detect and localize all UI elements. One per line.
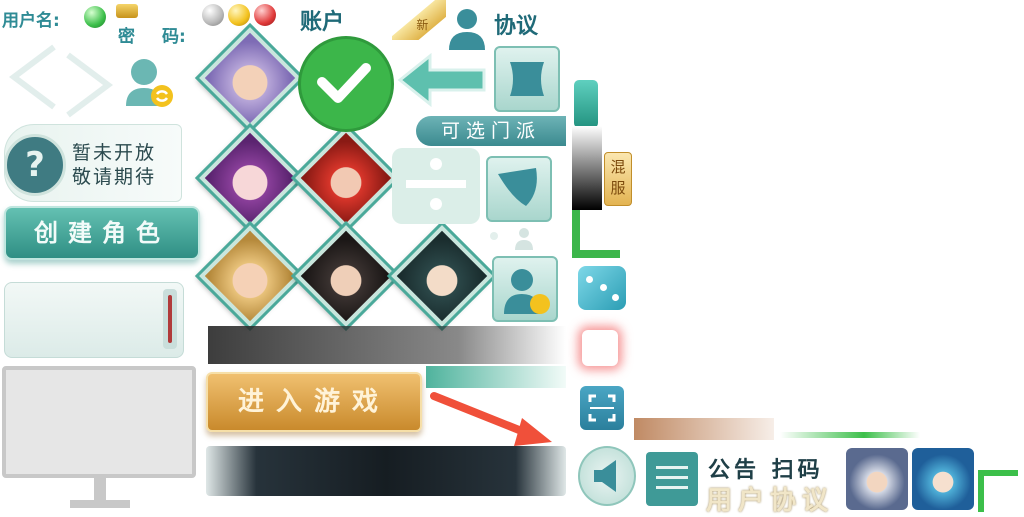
- key-icon: [116, 4, 138, 18]
- horn-icon: [498, 168, 537, 206]
- brown-fade-bar: [634, 418, 774, 440]
- scroll-panel: [4, 282, 184, 358]
- gray-dot-icon: [202, 4, 224, 26]
- green-corner-bracket-bottom: [978, 470, 1018, 512]
- enter-game-button[interactable]: 进入游戏: [206, 372, 422, 432]
- right-chevron-icon[interactable]: [58, 50, 118, 120]
- avatar-1[interactable]: [846, 448, 908, 510]
- mixed-server-tag: 混服: [604, 152, 632, 206]
- password-label-part2: 码:: [162, 27, 186, 47]
- scroll-button[interactable]: [494, 46, 560, 112]
- confirm-check-button[interactable]: [298, 36, 394, 132]
- enter-game-label: 进入游戏: [237, 387, 390, 417]
- username-label: 用户名:: [2, 11, 60, 31]
- hero-portrait-5[interactable]: [295, 225, 397, 327]
- notice-line1: 暂未开放: [72, 142, 157, 164]
- new-badge-label: 新: [416, 17, 429, 32]
- account-switch-icon: [504, 269, 550, 314]
- divide-icon: [392, 148, 480, 224]
- hero-portrait-1[interactable]: [199, 27, 301, 129]
- scan-icon: [588, 394, 616, 422]
- horn-button[interactable]: [486, 156, 552, 222]
- red-dot-icon: [254, 4, 276, 26]
- switch-account-icon[interactable]: [122, 56, 178, 110]
- dark-fade-bar: [208, 326, 566, 364]
- user-agreement-label: 用户协议: [706, 486, 835, 516]
- dark-banner: [206, 446, 566, 496]
- hero-portrait-6[interactable]: [391, 225, 493, 327]
- dice-icon[interactable]: [578, 266, 626, 310]
- left-chevron-icon[interactable]: [4, 42, 64, 112]
- announcement-button[interactable]: [578, 446, 636, 506]
- mixed-server-label: 混服: [610, 158, 626, 197]
- monitor-frame: [2, 366, 196, 478]
- create-role-label: 创建角色: [34, 218, 170, 247]
- dot-decoration: [490, 232, 498, 240]
- avatar-2[interactable]: [912, 448, 974, 510]
- user-icon: [449, 9, 485, 50]
- hero-portrait-4[interactable]: [199, 225, 301, 327]
- notice-line2: 敬请期待: [72, 166, 157, 188]
- account-switch-button[interactable]: [492, 256, 558, 322]
- teal-slider-knob[interactable]: [574, 80, 598, 128]
- scroll-icon: [510, 62, 544, 96]
- monitor-base: [70, 500, 130, 508]
- scan-button[interactable]: [580, 386, 624, 430]
- notice-scroll-icon[interactable]: [646, 452, 698, 506]
- hero-portrait-2[interactable]: [199, 127, 301, 229]
- back-arrow-icon[interactable]: [396, 52, 488, 108]
- red-glow-frame: [582, 330, 618, 366]
- agreement-label: 协议: [494, 14, 539, 39]
- small-user-icon: [515, 228, 533, 250]
- red-arrow-icon: [430, 392, 552, 446]
- new-badge: 新: [392, 0, 446, 40]
- faction-tab[interactable]: 可选门派: [416, 116, 566, 146]
- green-fade-line: [780, 432, 920, 438]
- teal-fade-bar: [426, 366, 566, 388]
- green-dot-icon: [84, 6, 106, 28]
- check-icon: [317, 63, 371, 103]
- create-role-button[interactable]: 创建角色: [4, 206, 200, 260]
- green-corner-bracket: [572, 210, 620, 258]
- yellow-dot-icon: [228, 4, 250, 26]
- account-label: 账户: [300, 10, 345, 35]
- faction-tab-label: 可选门派: [440, 120, 541, 142]
- question-icon: ?: [4, 134, 66, 196]
- gradient-bar: [572, 126, 602, 210]
- password-label-part1: 密: [118, 27, 135, 47]
- hero-portrait-3[interactable]: [295, 127, 397, 229]
- megaphone-icon: [594, 460, 616, 492]
